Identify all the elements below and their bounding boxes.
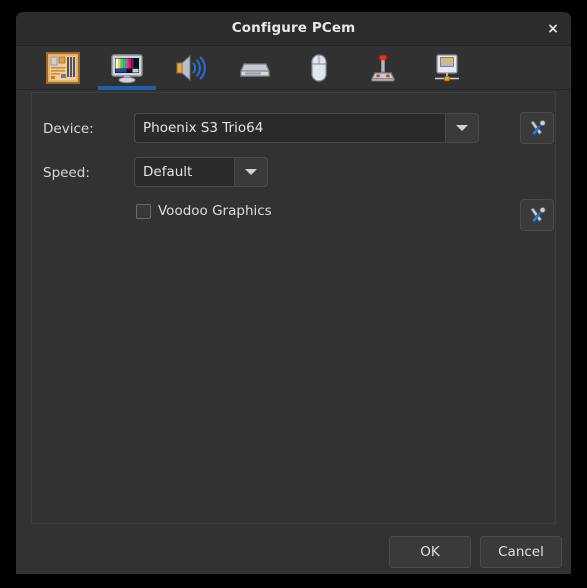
- tab-sound[interactable]: [159, 46, 223, 90]
- tab-motherboard[interactable]: [31, 46, 95, 90]
- speed-combobox[interactable]: Default: [134, 157, 268, 187]
- speed-label: Speed:: [43, 165, 90, 181]
- tools-icon: [530, 119, 545, 136]
- cancel-button[interactable]: Cancel: [480, 536, 562, 568]
- checkbox-box[interactable]: [136, 203, 151, 219]
- configure-pcem-dialog: Configure PCem × Device: Phoenix S3 Trio…: [16, 12, 571, 574]
- tab-indicator: [162, 86, 220, 90]
- close-icon[interactable]: ×: [543, 19, 563, 39]
- tab-indicator: [98, 85, 156, 90]
- tab-joystick[interactable]: [351, 46, 415, 90]
- voodoo-graphics-checkbox[interactable]: Voodoo Graphics: [136, 203, 272, 219]
- tab-indicator: [34, 86, 92, 90]
- ok-button[interactable]: OK: [389, 536, 471, 568]
- voodoo-graphics-label: Voodoo Graphics: [158, 203, 272, 219]
- tab-indicator: [226, 86, 284, 90]
- tab-network[interactable]: [415, 46, 479, 90]
- tab-mouse[interactable]: [287, 46, 351, 90]
- motherboard-icon: [46, 51, 80, 84]
- device-combobox[interactable]: Phoenix S3 Trio64: [134, 113, 479, 143]
- monitor-icon: [110, 52, 144, 84]
- tab-indicator: [290, 86, 348, 90]
- caret-glyph: [456, 125, 468, 131]
- chevron-down-icon[interactable]: [234, 157, 268, 187]
- titlebar: Configure PCem ×: [16, 12, 571, 46]
- device-value[interactable]: Phoenix S3 Trio64: [134, 113, 445, 143]
- tab-indicator: [418, 86, 476, 90]
- device-config-button[interactable]: [520, 112, 554, 144]
- tab-display[interactable]: [95, 46, 159, 90]
- caret-glyph: [245, 169, 257, 175]
- display-settings-panel: Device: Phoenix S3 Trio64 Speed: Default…: [31, 92, 556, 524]
- voodoo-config-button[interactable]: [520, 199, 554, 231]
- window-title: Configure PCem: [231, 20, 356, 36]
- floppy-drive-icon: [238, 52, 272, 84]
- tab-drives[interactable]: [223, 46, 287, 90]
- tab-indicator: [354, 86, 412, 90]
- tools-icon: [530, 206, 545, 223]
- chevron-down-icon[interactable]: [445, 113, 479, 143]
- speed-value[interactable]: Default: [134, 157, 234, 187]
- action-bar: OK Cancel: [16, 530, 571, 574]
- mouse-icon: [302, 52, 336, 84]
- device-label: Device:: [43, 121, 94, 137]
- speaker-icon: [174, 52, 208, 84]
- network-port-icon: [430, 52, 464, 84]
- tab-strip: [16, 46, 571, 90]
- joystick-icon: [366, 52, 400, 84]
